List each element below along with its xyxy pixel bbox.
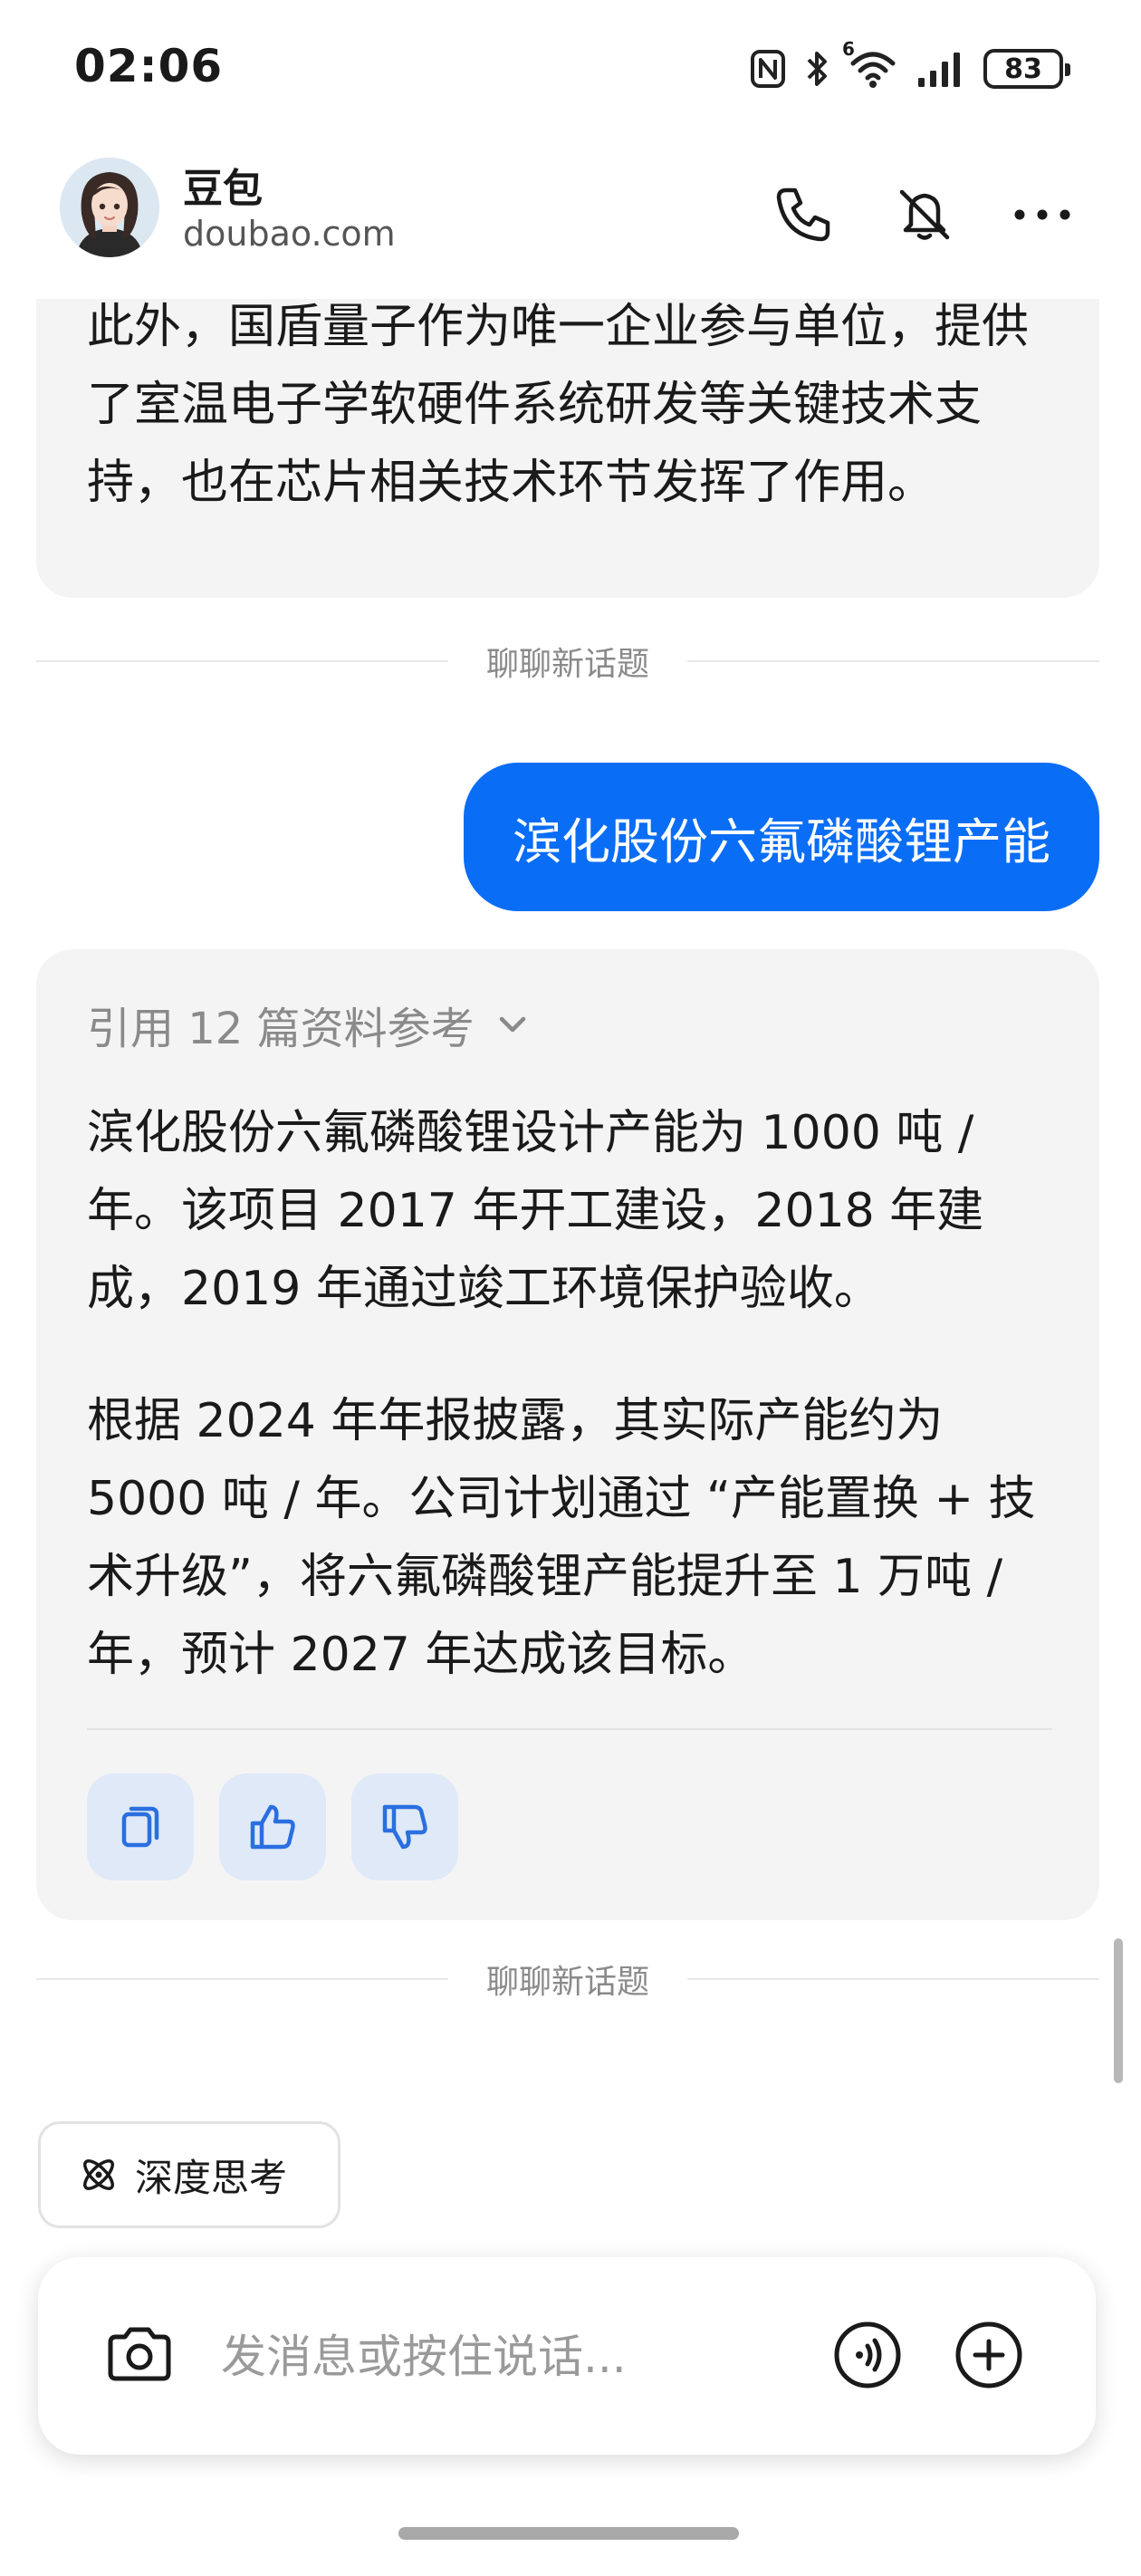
add-button[interactable] xyxy=(944,2310,1034,2400)
camera-icon xyxy=(108,2327,171,2381)
new-topic-divider: 聊聊新话题 xyxy=(36,1956,1100,2002)
deep-think-label: 深度思考 xyxy=(135,2155,288,2200)
signal-icon xyxy=(918,53,960,87)
status-icons: 6 83 xyxy=(750,38,1070,92)
divider-label: 聊聊新话题 xyxy=(486,646,650,683)
reply-paragraph: 滨化股份六氟磷酸锂设计产能为 1000 吨 / 年。该项目 2017 年开工建设… xyxy=(87,1106,984,1316)
new-topic-divider: 聊聊新话题 xyxy=(36,639,1100,684)
divider-line xyxy=(687,1978,1100,1980)
like-button[interactable] xyxy=(219,1773,326,1880)
mute-icon xyxy=(899,189,950,240)
phone-icon xyxy=(776,187,830,242)
assistant-reply-bubble: 引用 12 篇资料参考 滨化股份六氟磷酸锂设计产能为 1000 吨 / 年。该项… xyxy=(36,949,1099,1920)
thumbs-down-icon xyxy=(382,1804,427,1850)
app-name: 豆包 xyxy=(183,166,263,212)
previous-reply-bubble: 此外，国盾量子作为唯一企业参与单位，提供了室温电子学软硬件系统研发等关键技术支持… xyxy=(36,254,1099,598)
battery-level: 83 xyxy=(1004,53,1042,85)
home-indicator[interactable] xyxy=(398,2527,739,2540)
avatar-image xyxy=(60,158,159,257)
divider-label: 聊聊新话题 xyxy=(486,1964,650,2001)
scrollbar[interactable] xyxy=(1114,1938,1123,2083)
more-icon xyxy=(1014,209,1070,220)
camera-button[interactable] xyxy=(94,2310,185,2400)
plus-circle-icon xyxy=(955,2321,1022,2389)
dislike-button[interactable] xyxy=(351,1773,458,1880)
more-button[interactable] xyxy=(1002,174,1083,255)
wifi-indicator: 6 xyxy=(842,38,896,89)
divider-line xyxy=(36,660,448,662)
status-time: 02:06 xyxy=(74,40,224,92)
previous-reply-text: 此外，国盾量子作为唯一企业参与单位，提供了室温电子学软硬件系统研发等关键技术支持… xyxy=(87,300,1030,510)
message-input[interactable] xyxy=(219,2315,820,2398)
status-bar: 02:06 6 83 xyxy=(0,0,1141,136)
divider-line xyxy=(36,1978,448,1980)
battery-icon: 83 xyxy=(983,49,1070,89)
wifi-icon xyxy=(850,52,896,88)
bluetooth-icon xyxy=(807,52,827,86)
chat-header: 豆包 doubao.com xyxy=(0,136,1141,299)
copy-button[interactable] xyxy=(87,1773,194,1880)
avatar[interactable] xyxy=(60,158,159,257)
user-message-text: 滨化股份六氟磷酸锂产能 xyxy=(513,812,1050,870)
voice-call-button[interactable] xyxy=(822,2310,913,2400)
user-message-bubble[interactable]: 滨化股份六氟磷酸锂产能 xyxy=(464,763,1099,911)
app-url: doubao.com xyxy=(183,214,396,254)
reply-divider xyxy=(87,1728,1052,1730)
references-toggle[interactable]: 引用 12 篇资料参考 xyxy=(87,993,532,1056)
voice-wave-icon xyxy=(834,2321,901,2389)
deep-think-button[interactable]: 深度思考 xyxy=(38,2121,340,2228)
thumbs-up-icon xyxy=(250,1804,295,1850)
message-composer xyxy=(38,2257,1096,2455)
network-badge: 6 xyxy=(842,38,855,60)
atom-icon xyxy=(83,2159,114,2190)
references-label: 引用 12 篇资料参考 xyxy=(87,1004,475,1054)
reply-paragraph: 根据 2024 年年报披露，其实际产能约为 5000 吨 / 年。公司计划通过 … xyxy=(87,1394,1036,1682)
divider-line xyxy=(687,660,1100,662)
chat-screen: 02:06 6 83 此外，国盾量子作为唯一企业参与单位，提供了室温电子学软硬件… xyxy=(0,0,1141,2576)
mute-button[interactable] xyxy=(884,174,965,255)
nfc-icon xyxy=(751,50,785,88)
chevron-down-icon xyxy=(499,1016,525,1033)
call-button[interactable] xyxy=(762,174,844,255)
copy-icon xyxy=(121,1806,159,1848)
